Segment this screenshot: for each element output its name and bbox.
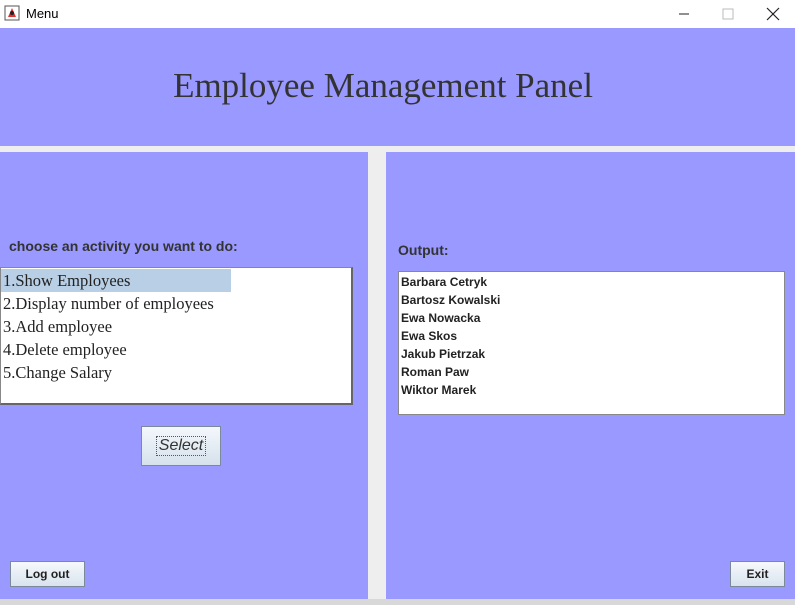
activity-item-change-salary[interactable]: 5.Change Salary [1,361,112,384]
output-line: Wiktor Marek [401,383,477,397]
output-line: Barbara Cetryk [401,275,488,289]
output-line: Roman Paw [401,365,470,379]
activity-panel: choose an activity you want to do: 1.Sho… [0,152,368,599]
select-button[interactable]: Select [141,426,221,466]
activity-prompt-label: choose an activity you want to do: [9,238,238,254]
activity-item-delete-employee[interactable]: 4.Delete employee [1,338,127,361]
output-line: Ewa Nowacka [401,311,481,325]
window-title: Menu [26,6,59,21]
output-line: Ewa Skos [401,329,458,343]
output-line: Bartosz Kowalski [401,293,501,307]
header-panel: Employee Management Panel [0,28,795,146]
title-bar: Menu [0,0,795,28]
output-line: Jakub Pietrzak [401,347,486,361]
select-button-label: Select [155,436,207,456]
output-text-area[interactable]: Barbara Cetryk Bartosz Kowalski Ewa Nowa… [398,271,785,415]
logout-button[interactable]: Log out [10,561,85,587]
output-panel: Output: Barbara Cetryk Bartosz Kowalski … [386,152,795,599]
maximize-icon [722,8,734,20]
activity-item-show-employees[interactable]: 1.Show Employees [1,269,231,292]
page-title: Employee Management Panel [173,66,593,105]
close-button[interactable] [751,0,795,28]
maximize-button[interactable] [706,0,750,28]
activity-item-add-employee[interactable]: 3.Add employee [1,315,112,338]
close-icon [766,7,780,21]
activity-item-display-number[interactable]: 2.Display number of employees [1,292,214,315]
minimize-icon [679,13,689,15]
exit-button[interactable]: Exit [730,561,785,587]
activity-list[interactable]: 1.Show Employees 2.Display number of emp… [0,267,353,405]
java-duke-icon [4,5,20,21]
window-bottom-edge [0,599,795,605]
minimize-button[interactable] [662,0,706,28]
output-label: Output: [398,242,449,258]
